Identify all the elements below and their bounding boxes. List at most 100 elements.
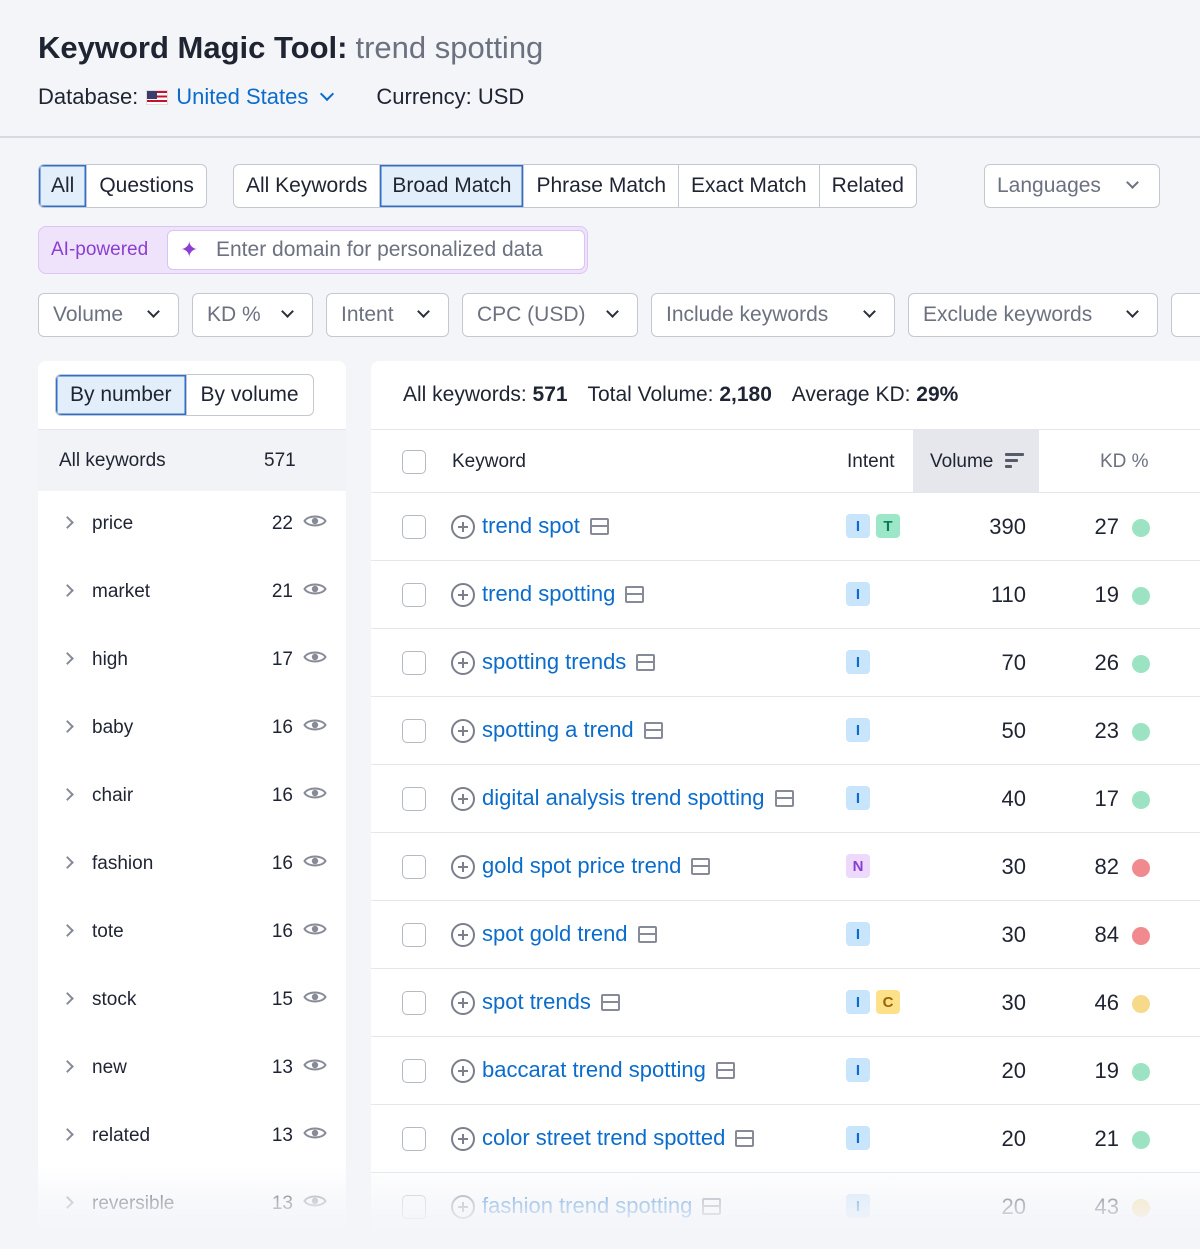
keyword-link[interactable]: spotting trends — [482, 649, 656, 675]
eye-icon[interactable] — [303, 785, 327, 801]
add-to-list-icon[interactable] — [451, 991, 475, 1015]
keyword-link[interactable]: spot trends — [482, 989, 620, 1015]
kd-filter[interactable]: KD % — [192, 293, 313, 337]
chevron-right-icon[interactable] — [61, 1196, 74, 1209]
keyword-link[interactable]: digital analysis trend spotting — [482, 785, 794, 811]
group-item[interactable]: fashion 16 — [38, 831, 346, 899]
by-volume-button[interactable]: By volume — [187, 375, 313, 415]
group-item[interactable]: new 13 — [38, 1035, 346, 1103]
group-item[interactable]: chair 16 — [38, 763, 346, 831]
chevron-right-icon[interactable] — [61, 720, 74, 733]
group-item[interactable]: price 22 — [38, 491, 346, 559]
add-to-list-icon[interactable] — [451, 1195, 475, 1219]
serp-icon[interactable] — [636, 653, 656, 671]
keyword-link[interactable]: trend spotting — [482, 581, 645, 607]
chevron-right-icon[interactable] — [61, 1060, 74, 1073]
cpc-filter[interactable]: CPC (USD) — [462, 293, 638, 337]
more-filters-button[interactable] — [1171, 293, 1200, 337]
tab-broad-match[interactable]: Broad Match — [380, 165, 525, 207]
eye-icon[interactable] — [303, 649, 327, 665]
database-selector[interactable]: United States — [176, 84, 308, 110]
eye-icon[interactable] — [303, 1193, 327, 1209]
tab-related[interactable]: Related — [820, 165, 916, 207]
group-item[interactable]: reversible 13 — [38, 1171, 346, 1231]
add-to-list-icon[interactable] — [451, 1127, 475, 1151]
eye-icon[interactable] — [303, 717, 327, 733]
serp-icon[interactable] — [643, 721, 663, 739]
eye-icon[interactable] — [303, 1057, 327, 1073]
row-checkbox[interactable] — [402, 787, 426, 811]
row-checkbox[interactable] — [402, 651, 426, 675]
include-keywords-filter[interactable]: Include keywords — [651, 293, 895, 337]
tab-exact-match[interactable]: Exact Match — [679, 165, 820, 207]
add-to-list-icon[interactable] — [451, 855, 475, 879]
chevron-right-icon[interactable] — [61, 924, 74, 937]
serp-icon[interactable] — [637, 925, 657, 943]
keyword-link[interactable]: baccarat trend spotting — [482, 1057, 735, 1083]
group-item[interactable]: high 17 — [38, 627, 346, 695]
serp-icon[interactable] — [691, 857, 711, 875]
add-to-list-icon[interactable] — [451, 583, 475, 607]
column-intent[interactable]: Intent — [847, 451, 895, 473]
domain-input[interactable]: ✦ Enter domain for personalized data — [167, 230, 585, 270]
keyword-link[interactable]: color street trend spotted — [482, 1125, 755, 1151]
serp-icon[interactable] — [600, 993, 620, 1011]
group-item[interactable]: tote 16 — [38, 899, 346, 967]
row-checkbox[interactable] — [402, 1059, 426, 1083]
eye-icon[interactable] — [303, 853, 327, 869]
chevron-right-icon[interactable] — [61, 856, 74, 869]
serp-icon[interactable] — [625, 585, 645, 603]
add-to-list-icon[interactable] — [451, 1059, 475, 1083]
chevron-right-icon[interactable] — [61, 1128, 74, 1141]
eye-icon[interactable] — [303, 921, 327, 937]
chevron-down-icon[interactable] — [320, 86, 335, 102]
keyword-link[interactable]: spot gold trend — [482, 921, 657, 947]
tab-all-keywords[interactable]: All Keywords — [234, 165, 381, 207]
add-to-list-icon[interactable] — [451, 651, 475, 675]
add-to-list-icon[interactable] — [451, 787, 475, 811]
chevron-right-icon[interactable] — [61, 584, 74, 597]
chevron-right-icon[interactable] — [61, 788, 74, 801]
serp-icon[interactable] — [735, 1129, 755, 1147]
eye-icon[interactable] — [303, 1125, 327, 1141]
tab-questions[interactable]: Questions — [87, 165, 206, 207]
add-to-list-icon[interactable] — [451, 923, 475, 947]
add-to-list-icon[interactable] — [451, 515, 475, 539]
chevron-right-icon[interactable] — [61, 516, 74, 529]
keyword-link[interactable]: gold spot price trend — [482, 853, 711, 879]
group-item[interactable]: stock 15 — [38, 967, 346, 1035]
keyword-link[interactable]: spotting a trend — [482, 717, 663, 743]
serp-icon[interactable] — [589, 517, 609, 535]
serp-icon[interactable] — [774, 789, 794, 807]
eye-icon[interactable] — [303, 513, 327, 529]
group-item[interactable]: related 13 — [38, 1103, 346, 1171]
eye-icon[interactable] — [303, 989, 327, 1005]
group-item[interactable]: market 21 — [38, 559, 346, 627]
row-checkbox[interactable] — [402, 515, 426, 539]
volume-filter[interactable]: Volume — [38, 293, 179, 337]
column-volume[interactable]: Volume — [913, 430, 1039, 492]
row-checkbox[interactable] — [402, 991, 426, 1015]
add-to-list-icon[interactable] — [451, 719, 475, 743]
row-checkbox[interactable] — [402, 855, 426, 879]
row-checkbox[interactable] — [402, 719, 426, 743]
intent-filter[interactable]: Intent — [326, 293, 449, 337]
serp-icon[interactable] — [702, 1197, 722, 1215]
row-checkbox[interactable] — [402, 1195, 426, 1219]
chevron-right-icon[interactable] — [61, 992, 74, 1005]
chevron-right-icon[interactable] — [61, 652, 74, 665]
all-keywords-group[interactable]: All keywords 571 — [38, 429, 346, 491]
keyword-link[interactable]: trend spot — [482, 513, 609, 539]
serp-icon[interactable] — [715, 1061, 735, 1079]
languages-dropdown[interactable]: Languages — [984, 164, 1160, 208]
row-checkbox[interactable] — [402, 1127, 426, 1151]
exclude-keywords-filter[interactable]: Exclude keywords — [908, 293, 1158, 337]
select-all-checkbox[interactable] — [402, 450, 426, 474]
row-checkbox[interactable] — [402, 923, 426, 947]
tab-phrase-match[interactable]: Phrase Match — [524, 165, 680, 207]
keyword-link[interactable]: fashion trend spotting — [482, 1193, 722, 1219]
tab-all[interactable]: All — [39, 165, 88, 207]
row-checkbox[interactable] — [402, 583, 426, 607]
by-number-button[interactable]: By number — [56, 375, 187, 415]
group-item[interactable]: baby 16 — [38, 695, 346, 763]
